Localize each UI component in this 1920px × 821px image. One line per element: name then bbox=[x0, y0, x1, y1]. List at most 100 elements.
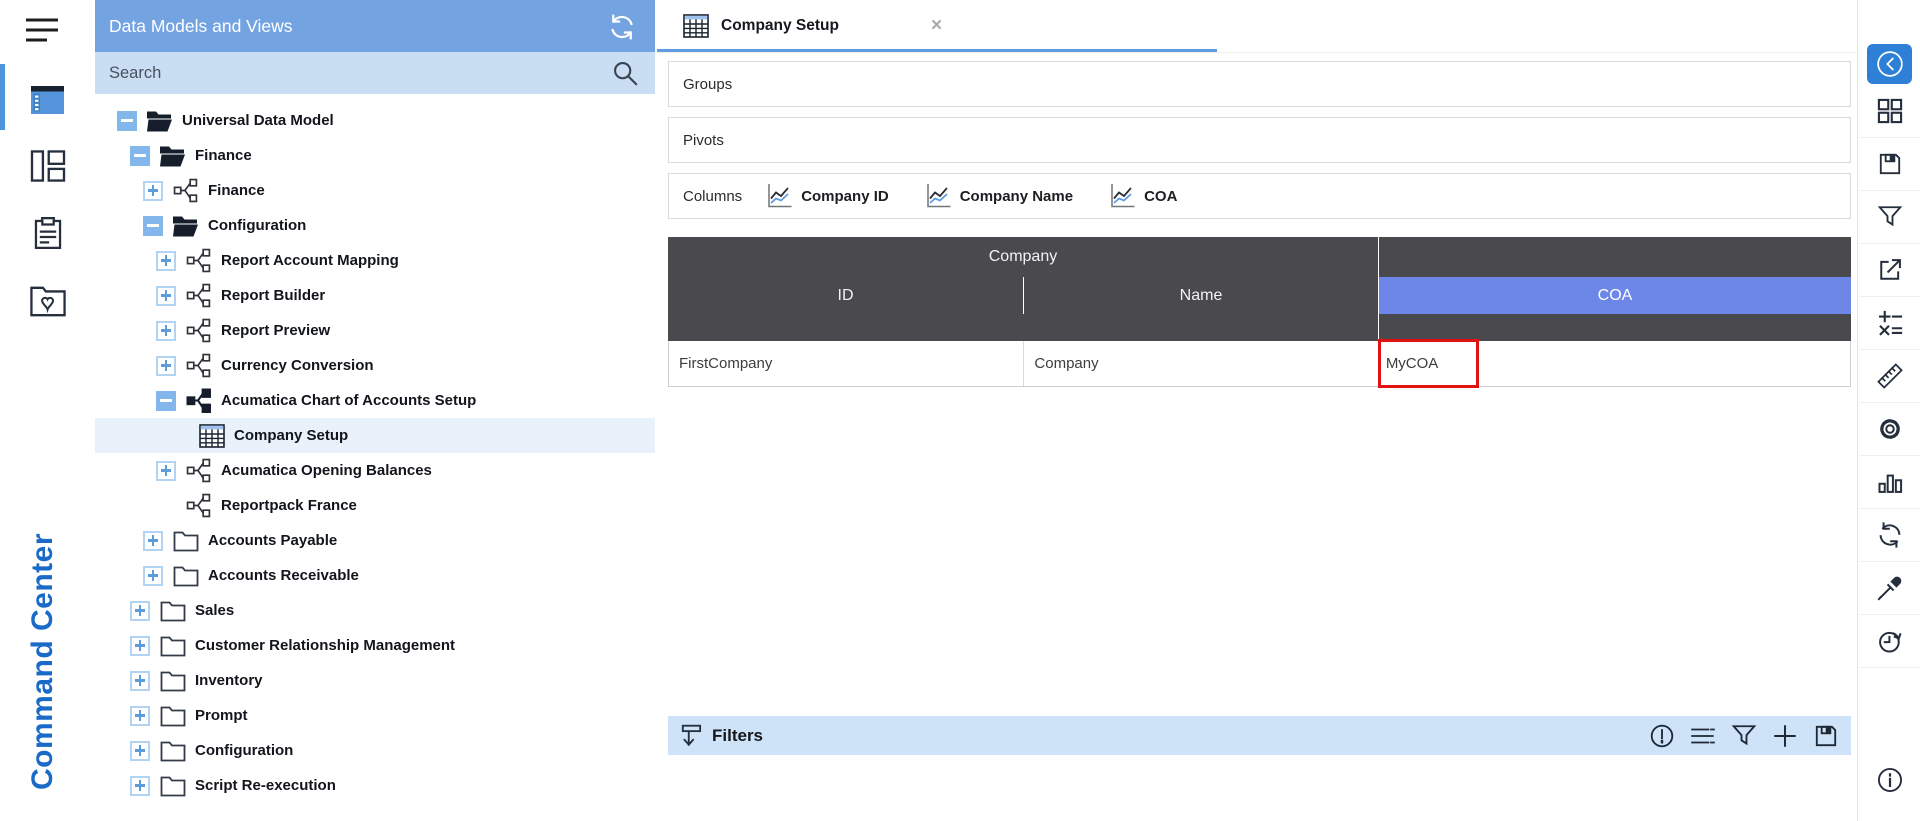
nav-page-layout-icon[interactable] bbox=[0, 146, 95, 186]
expand-toggle[interactable] bbox=[156, 460, 176, 481]
collapse-toggle[interactable] bbox=[156, 390, 176, 411]
cell-value: MyCOA bbox=[1385, 355, 1439, 372]
history-icon[interactable] bbox=[1859, 614, 1920, 668]
groups-drop-zone[interactable]: Groups bbox=[668, 61, 1851, 107]
expand-toggle[interactable] bbox=[130, 740, 150, 761]
collapse-panel-button[interactable] bbox=[1867, 44, 1912, 84]
selected-cell-highlight[interactable]: MyCOA bbox=[1377, 339, 1479, 388]
tree-item-acumatica-chart-of-accounts-setup[interactable]: Acumatica Chart of Accounts Setup bbox=[95, 383, 655, 418]
column-chip-company-name[interactable]: Company Name bbox=[925, 183, 1073, 209]
toggle-spacer bbox=[169, 426, 189, 446]
expand-toggle[interactable] bbox=[143, 530, 163, 551]
tree-item-label: Report Preview bbox=[221, 322, 331, 339]
tree-item-configuration[interactable]: Configuration bbox=[95, 208, 655, 243]
cell-value: Company bbox=[1034, 355, 1099, 372]
tree-item-label: Acumatica Opening Balances bbox=[221, 462, 432, 479]
tree-item-currency-conversion[interactable]: Currency Conversion bbox=[95, 348, 655, 383]
expand-toggle[interactable] bbox=[156, 320, 176, 341]
expand-toggle[interactable] bbox=[130, 705, 150, 726]
expand-toggle[interactable] bbox=[156, 285, 176, 306]
export-share-icon[interactable] bbox=[1859, 243, 1920, 297]
panel-title: Data Models and Views bbox=[109, 15, 293, 36]
collapse-toggle[interactable] bbox=[130, 145, 150, 166]
tree-item-script-re-execution[interactable]: Script Re-execution bbox=[95, 768, 655, 803]
tree-item-report-preview[interactable]: Report Preview bbox=[95, 313, 655, 348]
tree-item-report-account-mapping[interactable]: Report Account Mapping bbox=[95, 243, 655, 278]
eyedropper-icon[interactable] bbox=[1859, 561, 1920, 615]
folder-closed-icon bbox=[159, 704, 186, 728]
tree-item-report-builder[interactable]: Report Builder bbox=[95, 278, 655, 313]
tree-item-company-setup[interactable]: Company Setup bbox=[95, 418, 655, 453]
expand-toggle[interactable] bbox=[130, 635, 150, 656]
tree-item-accounts-payable[interactable]: Accounts Payable bbox=[95, 523, 655, 558]
cell-id[interactable]: FirstCompany bbox=[669, 341, 1023, 386]
alert-circle-icon[interactable] bbox=[1649, 723, 1675, 749]
folder-closed-icon bbox=[159, 634, 186, 658]
save-icon[interactable] bbox=[1859, 137, 1920, 191]
chart-icon[interactable] bbox=[1859, 455, 1920, 509]
expand-toggle[interactable] bbox=[130, 775, 150, 796]
column-header-id[interactable]: ID bbox=[668, 277, 1023, 314]
close-icon[interactable]: × bbox=[931, 16, 942, 35]
tree-item-reportpack-france[interactable]: Reportpack France bbox=[95, 488, 655, 523]
tree-item-accounts-receivable[interactable]: Accounts Receivable bbox=[95, 558, 655, 593]
collapse-toggle[interactable] bbox=[117, 110, 137, 131]
hamburger-menu-icon[interactable] bbox=[24, 16, 60, 44]
cell-name[interactable]: Company bbox=[1023, 341, 1377, 386]
columns-drop-zone[interactable]: Columns Company ID Company Name COA bbox=[668, 173, 1851, 219]
save-icon[interactable] bbox=[1813, 723, 1839, 749]
pivots-drop-zone[interactable]: Pivots bbox=[668, 117, 1851, 163]
expand-toggle[interactable] bbox=[143, 180, 163, 201]
tree-item-label: Universal Data Model bbox=[182, 112, 334, 129]
list-icon[interactable] bbox=[1690, 723, 1716, 749]
tree-item-customer-relationship-management[interactable]: Customer Relationship Management bbox=[95, 628, 655, 663]
tree-item-label: Configuration bbox=[195, 742, 294, 759]
folder-closed-icon bbox=[159, 669, 186, 693]
grid-layout-icon[interactable] bbox=[1859, 84, 1920, 138]
tree-item-finance[interactable]: Finance bbox=[95, 173, 655, 208]
folder-closed-icon bbox=[159, 774, 186, 798]
tree-item-finance[interactable]: Finance bbox=[95, 138, 655, 173]
expand-toggle[interactable] bbox=[130, 600, 150, 621]
cell-coa[interactable]: MyCOA bbox=[1377, 339, 1850, 388]
column-header-coa[interactable]: COA bbox=[1378, 277, 1851, 314]
ruler-icon[interactable] bbox=[1859, 349, 1920, 403]
expand-toggle[interactable] bbox=[130, 670, 150, 691]
left-icon-rail: Command Center bbox=[0, 0, 95, 821]
collapse-toggle[interactable] bbox=[143, 215, 163, 236]
filter-icon[interactable] bbox=[1731, 723, 1757, 749]
folder-closed-icon bbox=[172, 564, 199, 588]
tree-item-acumatica-opening-balances[interactable]: Acumatica Opening Balances bbox=[95, 453, 655, 488]
nav-favorites-folder-icon[interactable] bbox=[0, 281, 95, 321]
tree-item-label: Accounts Receivable bbox=[208, 567, 359, 584]
expand-toggle[interactable] bbox=[156, 250, 176, 271]
expand-toggle[interactable] bbox=[143, 565, 163, 586]
column-header-name[interactable]: Name bbox=[1023, 277, 1378, 314]
refresh-icon[interactable] bbox=[607, 12, 637, 42]
refresh-icon[interactable] bbox=[1859, 508, 1920, 562]
calculations-icon[interactable] bbox=[1859, 296, 1920, 350]
model-icon bbox=[185, 248, 212, 273]
filter-down-icon bbox=[680, 723, 704, 749]
expand-toggle[interactable] bbox=[156, 355, 176, 376]
column-chip-company-id[interactable]: Company ID bbox=[766, 183, 889, 209]
tree-item-universal-data-model[interactable]: Universal Data Model bbox=[95, 103, 655, 138]
tree-item-label: Prompt bbox=[195, 707, 248, 724]
plus-icon[interactable] bbox=[1772, 723, 1798, 749]
tree-item-configuration[interactable]: Configuration bbox=[95, 733, 655, 768]
search-input[interactable] bbox=[95, 62, 591, 84]
settings-icon[interactable] bbox=[1859, 402, 1920, 456]
nav-clipboard-icon[interactable] bbox=[0, 213, 95, 253]
tree-item-inventory[interactable]: Inventory bbox=[95, 663, 655, 698]
tree-item-sales[interactable]: Sales bbox=[95, 593, 655, 628]
nav-data-models-icon[interactable] bbox=[0, 80, 95, 120]
filter-icon[interactable] bbox=[1859, 190, 1920, 244]
data-model-tree: Universal Data Model Finance Finance Config… bbox=[95, 94, 655, 821]
tab-company-setup[interactable]: Company Setup × bbox=[667, 0, 958, 51]
search-icon[interactable] bbox=[611, 59, 639, 87]
column-chip-coa[interactable]: COA bbox=[1109, 183, 1177, 209]
tree-item-prompt[interactable]: Prompt bbox=[95, 698, 655, 733]
info-icon[interactable] bbox=[1859, 753, 1920, 806]
line-chart-icon bbox=[766, 183, 793, 209]
filters-bar[interactable]: Filters bbox=[668, 716, 1851, 755]
